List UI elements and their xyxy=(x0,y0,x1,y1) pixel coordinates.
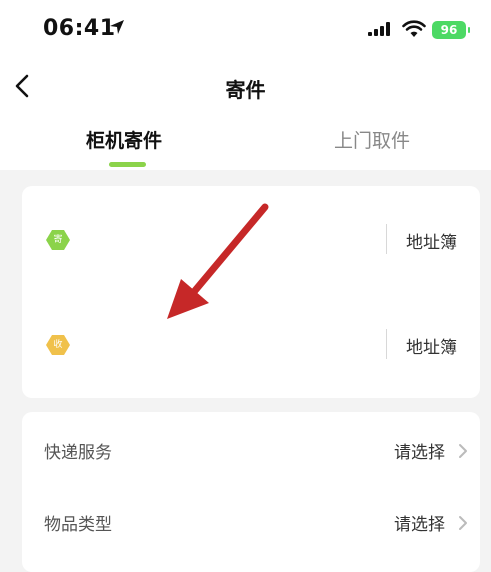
sender-divider xyxy=(386,224,387,254)
receiver-badge: 收 xyxy=(46,333,70,357)
chevron-right-icon xyxy=(459,444,467,458)
navigation-bar: 寄件 xyxy=(0,62,491,112)
page-title: 寄件 xyxy=(225,78,266,102)
battery-tip xyxy=(468,27,470,33)
receiver-badge-label: 收 xyxy=(53,340,63,350)
tab-locker-send[interactable]: 柜机寄件 xyxy=(86,126,162,153)
service-card: 快递服务 请选择 物品类型 请选择 xyxy=(22,412,480,572)
status-bar: 06:41 96 xyxy=(0,0,491,62)
receiver-address-book-link[interactable]: 地址簿 xyxy=(406,333,457,358)
item-type-label: 物品类型 xyxy=(44,515,112,535)
item-type-value[interactable]: 请选择 xyxy=(394,510,445,535)
active-tab-indicator xyxy=(109,162,146,167)
sender-badge: 寄 xyxy=(46,228,70,252)
receiver-divider xyxy=(386,329,387,359)
tab-door-pickup[interactable]: 上门取件 xyxy=(334,126,410,153)
cellular-signal-icon xyxy=(368,22,390,36)
chevron-right-icon xyxy=(459,516,467,530)
wifi-icon xyxy=(402,20,426,37)
header-area: 06:41 96 寄件 柜机寄件 上门取件 xyxy=(0,0,491,170)
tab-bar: 柜机寄件 上门取件 xyxy=(0,118,491,170)
sender-address-book-link[interactable]: 地址簿 xyxy=(406,228,457,253)
express-service-value[interactable]: 请选择 xyxy=(394,438,445,463)
battery-indicator: 96 xyxy=(432,21,466,39)
annotation-arrow-icon xyxy=(167,203,269,319)
location-arrow-icon xyxy=(110,20,124,34)
sender-badge-label: 寄 xyxy=(53,235,63,245)
status-time: 06:41 xyxy=(43,16,116,41)
express-service-label: 快递服务 xyxy=(44,443,112,463)
battery-level: 96 xyxy=(440,23,458,37)
